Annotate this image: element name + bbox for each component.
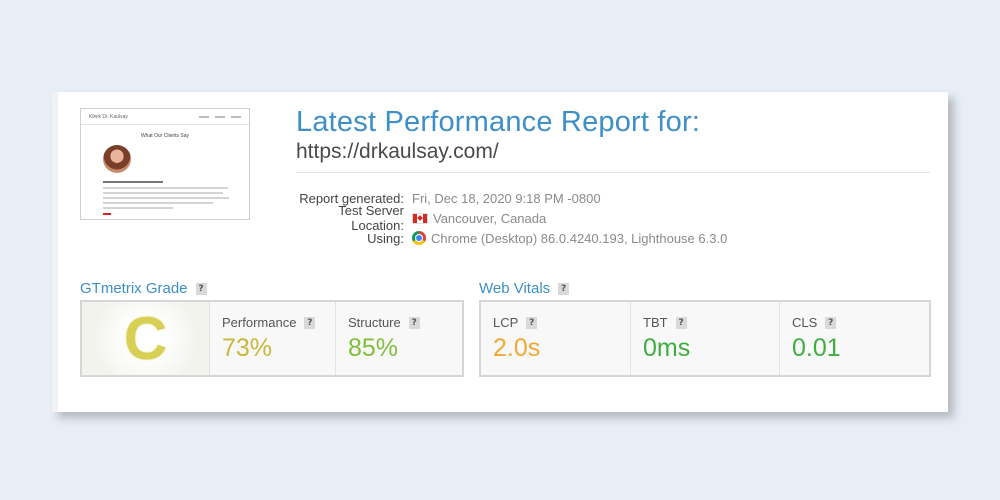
thumbnail-text-line [103,197,229,199]
lcp-label: LCP [493,315,519,330]
canada-flag-icon [412,212,428,224]
lcp-value: 2.0s [493,334,541,362]
gtmetrix-grade-heading: GTmetrix Grade ? [80,280,207,297]
thumbnail-text-line [103,181,163,183]
thumbnail-link [103,213,111,215]
performance-cell: Performance ? 73% [210,302,336,375]
thumbnail-text-line [103,207,173,209]
meta-row-using: Using: Chrome (Desktop) 86.0.4240.193, L… [296,228,936,248]
thumbnail-heading: What Our Clients Say [140,133,190,139]
structure-cell: Structure ? 85% [336,302,462,375]
performance-label-row: Performance ? [222,315,323,330]
grade-cell: C [82,302,210,375]
meta-value: Chrome (Desktop) 86.0.4240.193, Lighthou… [412,231,727,246]
report-generated-value: Fri, Dec 18, 2020 9:18 PM -0800 [412,190,601,206]
test-server-location-value: Vancouver, Canada [433,210,547,226]
performance-label: Performance [222,315,297,330]
thumbnail-text-line [103,202,213,204]
header-divider [296,172,930,173]
help-icon[interactable]: ? [526,316,538,329]
help-icon[interactable]: ? [304,316,316,329]
thumbnail-nav [199,115,241,118]
gtmetrix-grade-panel: C Performance ? 73% Structure ? 85% [80,300,464,377]
structure-label-row: Structure ? [348,315,450,330]
report-card: Klinik Dr. Kaulsay What Our Clients Say … [52,92,948,412]
cls-label-row: CLS ? [792,315,917,330]
report-meta: Report generated: Fri, Dec 18, 2020 9:18… [296,188,936,248]
report-title: Latest Performance Report for: [296,106,701,138]
thumbnail-topbar: Klinik Dr. Kaulsay [81,109,249,125]
structure-label: Structure [348,315,401,330]
meta-value: Fri, Dec 18, 2020 9:18 PM -0800 [412,191,601,206]
chrome-icon [412,231,426,245]
lcp-label-row: LCP ? [493,315,618,330]
thumbnail-text-line [103,192,223,194]
site-screenshot-thumbnail[interactable]: Klinik Dr. Kaulsay What Our Clients Say [80,108,250,220]
meta-label: Test Server Location: [338,203,404,233]
thumbnail-text-line [103,187,228,189]
help-icon[interactable]: ? [825,316,837,329]
tbt-label-row: TBT ? [643,315,767,330]
grade-letter: C [123,305,168,372]
web-vitals-label: Web Vitals [479,280,551,297]
report-url[interactable]: https://drkaulsay.com/ [296,140,499,164]
thumbnail-brand: Klinik Dr. Kaulsay [89,113,128,120]
gtmetrix-grade-label: GTmetrix Grade [80,280,188,297]
help-icon[interactable]: ? [408,316,420,329]
tbt-cell: TBT ? 0ms [631,302,780,375]
meta-label: Using: [367,230,404,246]
meta-value: Vancouver, Canada [412,211,546,226]
cls-value: 0.01 [792,334,841,362]
cls-label: CLS [792,315,818,330]
web-vitals-heading: Web Vitals ? [479,280,570,297]
cls-cell: CLS ? 0.01 [780,302,929,375]
web-vitals-panel: LCP ? 2.0s TBT ? 0ms CLS ? 0.01 [479,300,931,377]
tbt-label: TBT [643,315,668,330]
tbt-value: 0ms [643,334,691,362]
structure-value: 85% [348,334,399,362]
meta-row-location: Test Server Location: Vancouver, Canada [296,203,936,233]
help-icon[interactable]: ? [195,282,207,295]
using-value: Chrome (Desktop) 86.0.4240.193, Lighthou… [431,230,728,246]
help-icon[interactable]: ? [558,282,570,295]
help-icon[interactable]: ? [675,316,687,329]
lcp-cell: LCP ? 2.0s [481,302,631,375]
performance-value: 73% [222,334,273,362]
thumbnail-avatar [103,145,131,173]
